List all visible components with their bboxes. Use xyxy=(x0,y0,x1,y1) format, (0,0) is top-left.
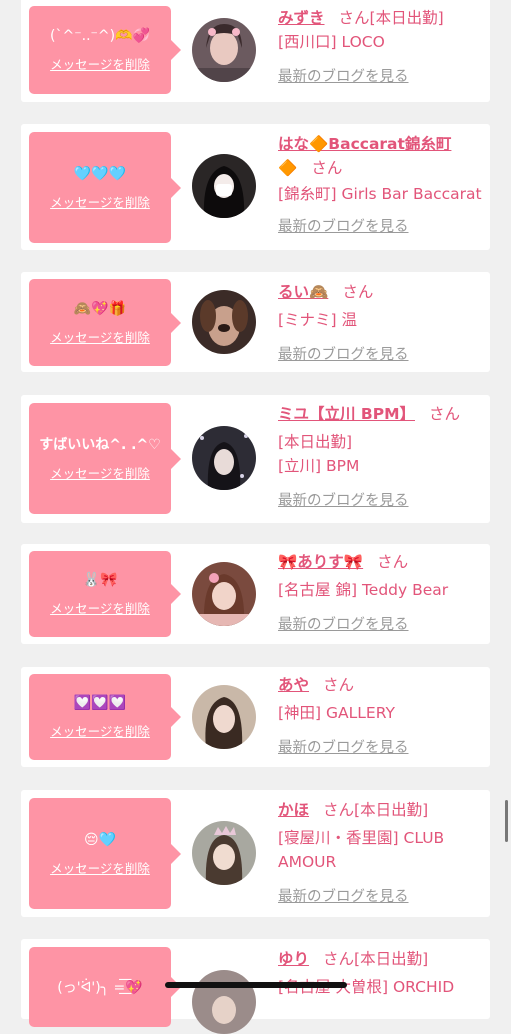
message-card: 🩵🩵🩵 メッセージを削除 はな🔶Baccarat錦糸町 🔶 さん [錦糸町] Gi… xyxy=(21,124,490,250)
delete-message-link[interactable]: メッセージを削除 xyxy=(50,463,150,482)
delete-message-link[interactable]: メッセージを削除 xyxy=(50,54,150,73)
shop-text: [名古屋 錦] Teddy Bear xyxy=(278,581,449,599)
message-text: 🩵🩵🩵 xyxy=(73,165,127,182)
avatar[interactable] xyxy=(192,821,256,885)
avatar[interactable] xyxy=(192,18,256,82)
shop-text: [寝屋川・香里園] CLUB xyxy=(278,829,445,847)
message-card: 🙈💖🎁 メッセージを削除 るい🙈 さん [ミナミ] 温 最新のブログを見る xyxy=(21,272,490,372)
honorific: さん xyxy=(323,950,355,968)
message-card: 🐰🎀 メッセージを削除 🎀ありす🎀 さん [名古屋 錦] Teddy Bear 最… xyxy=(21,544,490,644)
status-text: [本日出勤] xyxy=(354,801,429,819)
user-info: かほ さん[本日出勤] [寝屋川・香里園] CLUB AMOUR 最新のブログを見… xyxy=(278,798,488,909)
message-card: 💟💟💟 メッセージを削除 あや さん [神田] GALLERY 最新のブログを見る xyxy=(21,667,490,767)
latest-blog-link[interactable]: 最新のブログを見る xyxy=(278,347,409,363)
user-name-link[interactable]: ゆり xyxy=(278,950,309,968)
avatar[interactable] xyxy=(192,970,256,1034)
message-bubble: 😔🩵 メッセージを削除 xyxy=(29,798,181,909)
user-name-link[interactable]: かほ xyxy=(278,801,309,819)
latest-blog-link[interactable]: 最新のブログを見る xyxy=(278,889,409,905)
honorific: さん xyxy=(429,405,461,423)
avatar[interactable] xyxy=(192,426,256,490)
shop-text: [西川口] LOCO xyxy=(278,33,385,51)
user-info: みずき さん[本日出勤] [西川口] LOCO 最新のブログを見る xyxy=(278,6,488,89)
status-text: [本日出勤] xyxy=(278,433,353,451)
home-indicator[interactable] xyxy=(165,982,347,988)
latest-blog-link[interactable]: 最新のブログを見る xyxy=(278,617,409,633)
shop-text: [ミナミ] 温 xyxy=(278,311,358,329)
user-name-link[interactable]: ミユ【立川 BPM】 xyxy=(278,405,415,423)
delete-message-link[interactable]: メッセージを削除 xyxy=(50,721,150,740)
delete-message-link[interactable]: メッセージを削除 xyxy=(50,327,150,346)
delete-message-link[interactable]: メッセージを削除 xyxy=(50,598,150,617)
avatar[interactable] xyxy=(192,154,256,218)
user-info: ミユ【立川 BPM】 さん [本日出勤] [立川] BPM 最新のブログを見る xyxy=(278,402,488,513)
message-text: (っ'ᐛ')╮ =͟͟͞͞💖 xyxy=(57,980,143,996)
user-name-link[interactable]: みずき xyxy=(278,9,325,27)
honorific: さん xyxy=(342,283,374,301)
message-text: 🙈💖🎁 xyxy=(73,300,127,317)
message-text: (`^⁻..⁻^)🫶💞 xyxy=(50,28,150,44)
shop-text-continued: AMOUR xyxy=(278,853,337,871)
latest-blog-link[interactable]: 最新のブログを見る xyxy=(278,69,409,85)
user-info: はな🔶Baccarat錦糸町 🔶 さん [錦糸町] Girls Bar Bacca… xyxy=(278,132,488,239)
user-name-link[interactable]: あや xyxy=(278,676,309,694)
user-info: 🎀ありす🎀 さん [名古屋 錦] Teddy Bear 最新のブログを見る xyxy=(278,550,488,637)
message-bubble: 🐰🎀 メッセージを削除 xyxy=(29,551,181,637)
message-card: (っ'ᐛ')╮ =͟͟͞͞💖 ゆり さん[本日出勤] [名古屋 大曽根] ORCH… xyxy=(21,939,490,1034)
message-bubble: (`^⁻..⁻^)🫶💞 メッセージを削除 xyxy=(29,6,181,94)
message-bubble: 🩵🩵🩵 メッセージを削除 xyxy=(29,132,181,243)
message-bubble: すばいいね^. .^♡ メッセージを削除 xyxy=(29,403,181,514)
message-bubble: (っ'ᐛ')╮ =͟͟͞͞💖 xyxy=(29,947,181,1027)
latest-blog-link[interactable]: 最新のブログを見る xyxy=(278,740,409,756)
message-bubble: 💟💟💟 メッセージを削除 xyxy=(29,674,181,760)
avatar[interactable] xyxy=(192,562,256,626)
user-name-link[interactable]: 🎀ありす🎀 xyxy=(278,553,363,571)
latest-blog-link[interactable]: 最新のブログを見る xyxy=(278,219,409,235)
honorific: さん xyxy=(323,801,355,819)
message-bubble: 🙈💖🎁 メッセージを削除 xyxy=(29,279,181,366)
shop-text: [神田] GALLERY xyxy=(278,704,395,722)
scrollbar[interactable] xyxy=(505,800,508,842)
message-text: 😔🩵 xyxy=(83,831,117,848)
message-text: 💟💟💟 xyxy=(73,695,127,711)
user-info: あや さん [神田] GALLERY 最新のブログを見る xyxy=(278,673,488,760)
honorific: さん xyxy=(311,159,343,177)
delete-message-link[interactable]: メッセージを削除 xyxy=(50,192,150,211)
honorific: さん xyxy=(323,676,355,694)
message-text: 🐰🎀 xyxy=(82,572,118,588)
name-continued: 🔶 xyxy=(278,159,298,177)
user-info: ゆり さん[本日出勤] [名古屋 大曽根] ORCHID xyxy=(278,947,488,999)
delete-message-link[interactable]: メッセージを削除 xyxy=(50,858,150,877)
message-card: すばいいね^. .^♡ メッセージを削除 ミユ【立川 BPM】 さん [本日出勤]… xyxy=(21,395,490,523)
avatar[interactable] xyxy=(192,290,256,354)
message-card: (`^⁻..⁻^)🫶💞 メッセージを削除 みずき さん[本日出勤] [西川口] L… xyxy=(21,0,490,102)
message-card: 😔🩵 メッセージを削除 かほ さん[本日出勤] [寝屋川・香里園] CLUB AM… xyxy=(21,790,490,917)
message-text: すばいいね^. .^♡ xyxy=(39,436,161,453)
avatar[interactable] xyxy=(192,685,256,749)
status-text: [本日出勤] xyxy=(369,9,444,27)
user-name-link[interactable]: るい🙈 xyxy=(278,283,328,301)
user-info: るい🙈 さん [ミナミ] 温 最新のブログを見る xyxy=(278,280,488,367)
user-name-link[interactable]: はな🔶Baccarat錦糸町 xyxy=(278,135,451,153)
status-text: [本日出勤] xyxy=(354,950,429,968)
honorific: さん xyxy=(338,9,370,27)
shop-text: [錦糸町] Girls Bar Baccarat xyxy=(278,185,482,203)
shop-text: [立川] BPM xyxy=(278,457,360,475)
latest-blog-link[interactable]: 最新のブログを見る xyxy=(278,493,409,509)
honorific: さん xyxy=(377,553,409,571)
